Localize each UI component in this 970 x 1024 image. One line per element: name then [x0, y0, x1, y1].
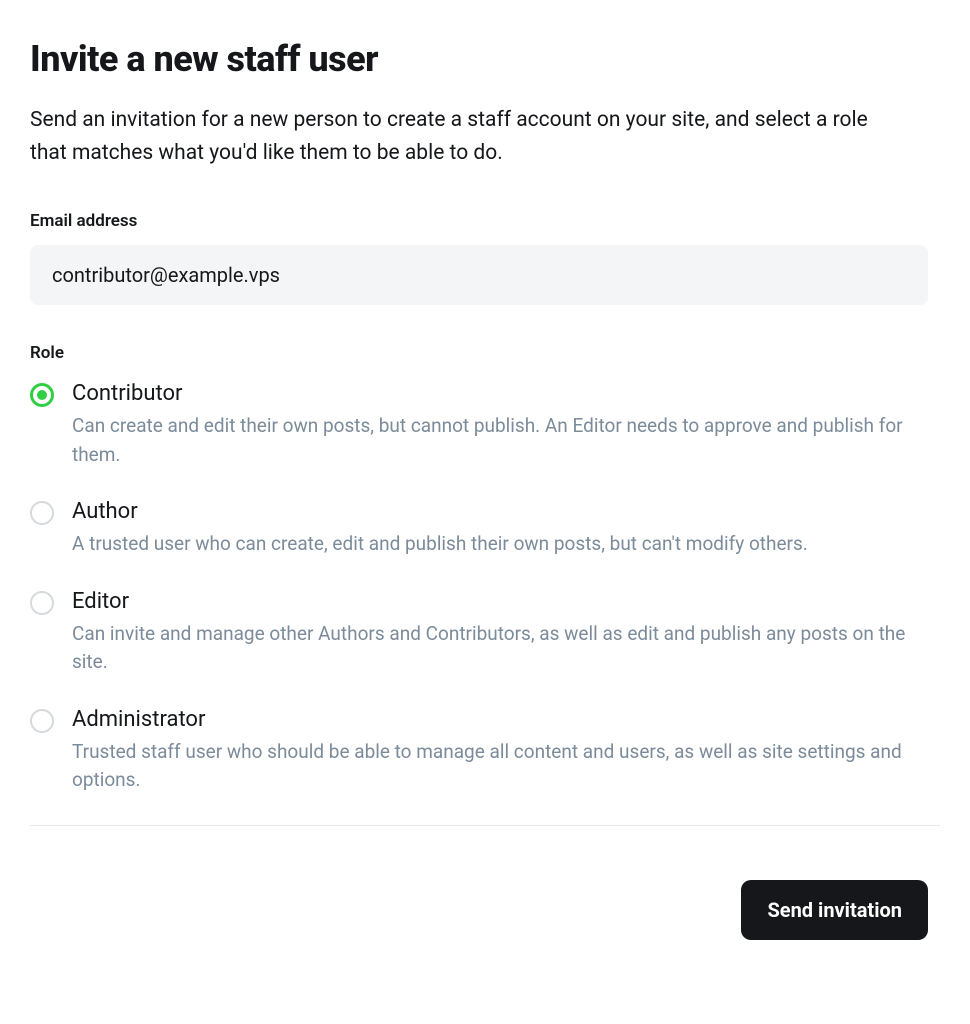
role-label: Role	[30, 343, 940, 363]
role-description: Can invite and manage other Authors and …	[72, 620, 940, 677]
radio-unselected-icon	[30, 591, 54, 615]
role-option-contributor[interactable]: Contributor Can create and edit their ow…	[30, 381, 940, 469]
radio-unselected-icon	[30, 501, 54, 525]
role-name: Contributor	[72, 381, 940, 406]
role-name: Author	[72, 499, 940, 524]
page-description: Send an invitation for a new person to c…	[30, 104, 900, 169]
page-title: Invite a new staff user	[30, 38, 940, 80]
role-name: Administrator	[72, 707, 940, 732]
role-option-author[interactable]: Author A trusted user who can create, ed…	[30, 499, 940, 559]
role-option-editor[interactable]: Editor Can invite and manage other Autho…	[30, 589, 940, 677]
role-option-administrator[interactable]: Administrator Trusted staff user who sho…	[30, 707, 940, 795]
divider	[30, 825, 940, 826]
role-description: A trusted user who can create, edit and …	[72, 530, 940, 559]
radio-selected-icon	[30, 383, 54, 407]
radio-unselected-icon	[30, 709, 54, 733]
email-input[interactable]	[30, 245, 928, 305]
role-description: Trusted staff user who should be able to…	[72, 738, 940, 795]
role-description: Can create and edit their own posts, but…	[72, 412, 940, 469]
email-label: Email address	[30, 211, 940, 231]
role-name: Editor	[72, 589, 940, 614]
send-invitation-button[interactable]: Send invitation	[741, 880, 928, 940]
